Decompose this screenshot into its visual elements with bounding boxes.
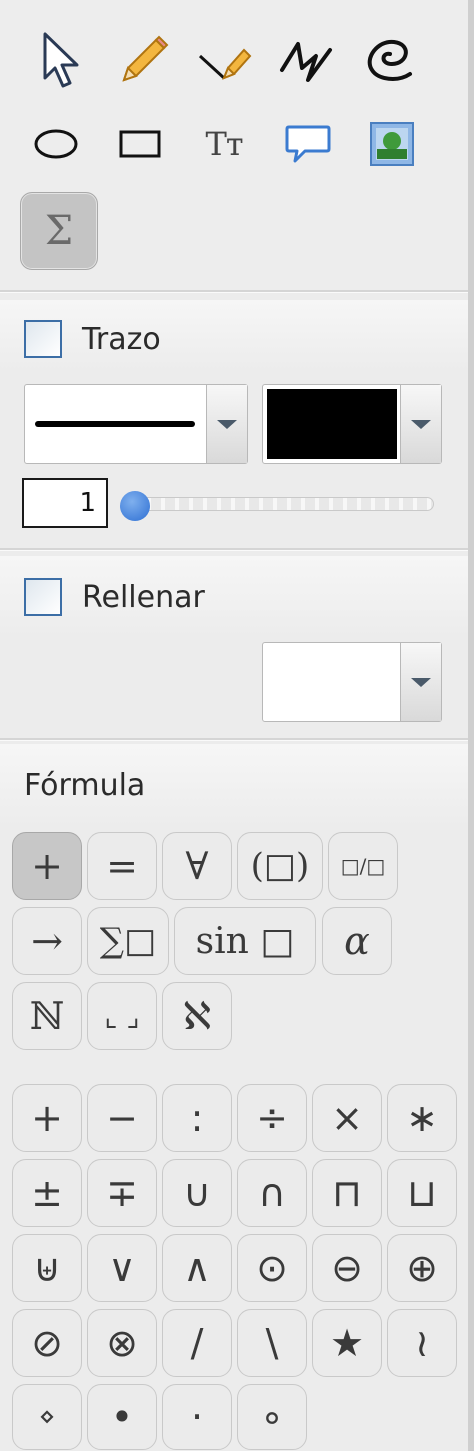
divider (0, 548, 468, 551)
symbol-key[interactable]: ∧ (162, 1234, 232, 1302)
stroke-label: Trazo (82, 322, 161, 357)
symbol-key[interactable]: \ (237, 1309, 307, 1377)
line-style-preview (35, 421, 195, 427)
stroke-width-input[interactable]: 1 (22, 478, 108, 528)
category-functions[interactable]: sin □ (174, 907, 316, 975)
ellipse-icon (34, 129, 78, 159)
category-arrows[interactable]: → (12, 907, 82, 975)
panel-right-border (468, 0, 474, 1451)
symbol-key[interactable]: − (87, 1084, 157, 1152)
symbol-key[interactable]: ∓ (87, 1159, 157, 1227)
line-style-dropdown[interactable] (24, 384, 248, 464)
formula-tool[interactable]: Σ (20, 192, 98, 270)
sigma-icon: Σ (44, 208, 74, 254)
fill-color-dropdown[interactable] (262, 642, 442, 722)
callout-tool[interactable] (270, 106, 346, 182)
rectangle-tool[interactable] (102, 106, 178, 182)
symbol-key[interactable]: + (12, 1084, 82, 1152)
freeform-polyline-icon (280, 42, 332, 82)
chevron-down-icon (217, 419, 237, 429)
stroke-color-swatch (267, 389, 397, 459)
symbol-key[interactable]: ⋄ (12, 1384, 82, 1450)
formula-title: Fórmula (24, 768, 146, 803)
fill-label: Rellenar (82, 580, 205, 615)
symbol-key[interactable]: ÷ (237, 1084, 307, 1152)
symbol-key[interactable]: ⊔ (387, 1159, 457, 1227)
text-icon: Tт (205, 125, 243, 163)
stroke-section-header (0, 300, 468, 372)
fill-checkbox[interactable] (24, 578, 62, 616)
symbol-key[interactable]: ∘ (237, 1384, 307, 1450)
line-style-dropdown-arrow[interactable] (206, 385, 247, 463)
category-greek[interactable]: α (322, 907, 392, 975)
select-icon (43, 32, 79, 88)
stroke-color-dropdown[interactable] (262, 384, 442, 464)
symbol-key[interactable]: ⊙ (237, 1234, 307, 1302)
symbol-key[interactable]: ⊘ (12, 1309, 82, 1377)
stroke-width-slider-knob[interactable] (120, 491, 150, 521)
pencil-icon (122, 35, 169, 82)
divider (0, 290, 468, 293)
highlighter-icon (198, 48, 252, 80)
fill-color-dropdown-arrow[interactable] (400, 643, 441, 721)
polyline-tool[interactable] (268, 22, 344, 98)
category-spacing[interactable]: ⌞ ⌟ (87, 982, 157, 1050)
category-operators[interactable]: + (12, 832, 82, 900)
divider (0, 738, 468, 741)
symbol-key[interactable]: ⊎ (12, 1234, 82, 1302)
symbol-key[interactable]: · (162, 1384, 232, 1450)
symbol-key[interactable]: / (162, 1309, 232, 1377)
category-relations[interactable]: = (87, 832, 157, 900)
fill-section-header (0, 556, 468, 638)
symbol-key[interactable]: ⊗ (87, 1309, 157, 1377)
symbol-key[interactable]: ⊓ (312, 1159, 382, 1227)
symbol-key[interactable]: ∨ (87, 1234, 157, 1302)
fill-color-swatch (267, 647, 397, 717)
image-icon (370, 122, 414, 166)
category-sets[interactable]: ℕ (12, 982, 82, 1050)
stroke-checkbox[interactable] (24, 320, 62, 358)
text-tool[interactable]: Tт (186, 106, 262, 182)
chevron-down-icon (411, 677, 431, 687)
category-brackets[interactable]: (□) (237, 832, 323, 900)
speech-bubble-icon (285, 125, 331, 163)
symbol-key[interactable]: : (162, 1084, 232, 1152)
pencil-tool[interactable] (104, 22, 180, 98)
freehand-tool[interactable] (350, 22, 426, 98)
symbol-key[interactable]: ± (12, 1159, 82, 1227)
symbol-key[interactable]: ≀ (387, 1309, 457, 1377)
symbol-key[interactable]: ∩ (237, 1159, 307, 1227)
symbol-key[interactable]: ⊕ (387, 1234, 457, 1302)
highlighter-tool[interactable] (186, 22, 262, 98)
symbol-key[interactable]: × (312, 1084, 382, 1152)
symbol-key[interactable]: ∪ (162, 1159, 232, 1227)
symbol-key[interactable]: ⊖ (312, 1234, 382, 1302)
freehand-curve-icon (367, 39, 412, 81)
category-fractions[interactable]: □/□ (328, 832, 398, 900)
chevron-down-icon (411, 419, 431, 429)
select-tool[interactable] (22, 22, 98, 98)
symbol-key[interactable]: ★ (312, 1309, 382, 1377)
category-big-operators[interactable]: ∑□ (87, 907, 169, 975)
symbol-key[interactable]: • (87, 1384, 157, 1450)
stroke-color-dropdown-arrow[interactable] (400, 385, 441, 463)
stroke-width-slider[interactable] (122, 497, 434, 511)
image-tool[interactable] (354, 106, 430, 182)
category-logic[interactable]: ∀ (162, 832, 232, 900)
ellipse-tool[interactable] (18, 106, 94, 182)
drawing-tools-palette: Tт Σ (0, 0, 468, 290)
symbol-key[interactable]: ∗ (387, 1084, 457, 1152)
rectangle-icon (119, 130, 161, 158)
category-hebrew[interactable]: ℵ (162, 982, 232, 1050)
